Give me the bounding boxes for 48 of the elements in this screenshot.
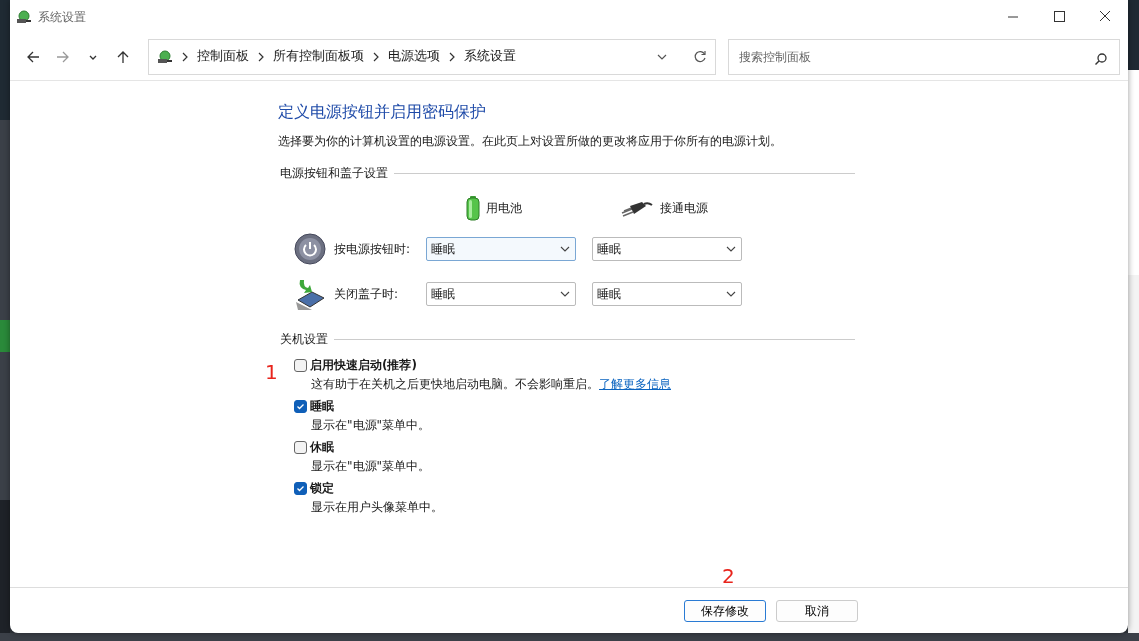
setting-label: 按电源按钮时: [334,240,412,258]
save-button[interactable]: 保存修改 [684,599,766,622]
dropdown[interactable]: 睡眠 [592,236,742,261]
option-description: 这有助于在关机之后更快地启动电脑。不会影响重启。 [311,377,599,392]
learn-more-link[interactable]: 了解更多信息 [599,377,671,392]
page-heading: 定义电源按钮并启用密码保护 [278,102,487,123]
dropdown[interactable]: 睡眠 [592,281,742,306]
column-label: 用电池 [486,200,522,218]
checkmark-icon [296,401,305,411]
column-label: 接通电源 [660,200,708,218]
option-description: 显示在"电源"菜单中。 [311,459,431,474]
breadcrumb-item[interactable]: 所有控制面板项 [272,47,364,66]
breadcrumb-item[interactable]: 控制面板 [196,47,249,66]
checkmark-icon [296,483,305,493]
option-label: 休眠 [310,439,334,457]
breadcrumb-item[interactable]: 电源选项 [387,47,440,66]
window-title: 系统设置 [38,8,86,26]
setting-label: 关闭盖子时: [334,285,400,303]
dropdown[interactable]: 睡眠 [426,281,576,306]
option-description: 显示在用户头像菜单中。 [311,500,443,515]
chevron-icon [256,51,265,62]
annotation-number: 2 [722,566,735,586]
battery-icon [466,194,480,223]
search-icon[interactable] [1094,52,1108,66]
breadcrumb-item[interactable]: 系统设置 [463,47,516,66]
checkbox[interactable] [294,481,307,495]
dropdown[interactable]: 睡眠 [426,236,576,261]
chevron-icon [371,51,380,62]
checkbox[interactable] [294,358,307,372]
cancel-button[interactable]: 取消 [776,599,858,622]
option-description: 显示在"电源"菜单中。 [311,418,431,433]
section-title: 关机设置 [280,331,328,349]
page-description: 选择要为你的计算机设置的电源设置。在此页上对设置所做的更改将应用于你所有的电源计划。 [278,133,783,151]
laptop-icon [294,277,326,310]
section-title: 电源按钮和盖子设置 [280,165,388,183]
search-field[interactable]: 搜索控制面板 [727,38,1120,75]
checkbox[interactable] [294,399,307,413]
annotation-number: 1 [265,362,278,382]
checkbox[interactable] [294,440,307,454]
app-icon [16,8,32,25]
option-label: 锁定 [310,480,334,498]
option-label: 睡眠 [310,398,334,416]
chevron-icon [180,51,189,62]
option-label: 启用快速启动(推荐) [310,357,417,375]
power-button-icon [294,232,326,265]
chevron-icon [447,51,456,62]
control-panel-icon [156,48,173,65]
refresh-icon[interactable] [692,49,707,64]
